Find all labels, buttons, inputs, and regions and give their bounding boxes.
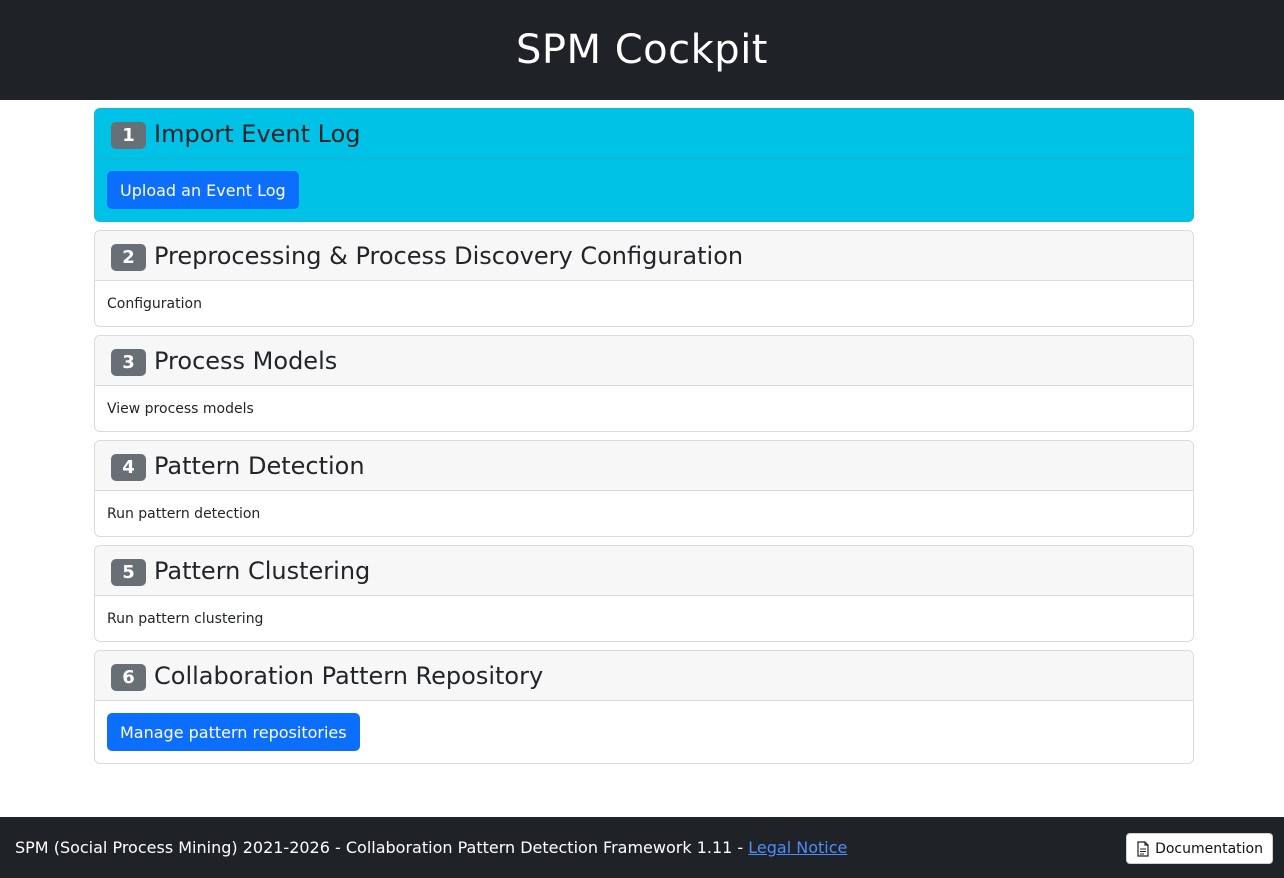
step-header: 2 Preprocessing & Process Discovery Conf… bbox=[95, 231, 1193, 281]
step-header: 1 Import Event Log bbox=[95, 109, 1193, 159]
step-body: Run pattern clustering bbox=[95, 596, 1193, 641]
step-number-badge: 2 bbox=[111, 243, 146, 271]
legal-notice-link[interactable]: Legal Notice bbox=[748, 838, 847, 857]
run-pattern-detection-link[interactable]: Run pattern detection bbox=[107, 506, 260, 522]
step-title: Preprocessing & Process Discovery Config… bbox=[154, 241, 744, 270]
manage-pattern-repositories-button[interactable]: Manage pattern repositories bbox=[107, 713, 360, 751]
step-title: Pattern Detection bbox=[154, 451, 365, 480]
step-card-pattern-repository: 6 Collaboration Pattern Repository Manag… bbox=[94, 650, 1194, 764]
step-header: 6 Collaboration Pattern Repository bbox=[95, 651, 1193, 701]
footer-text: SPM (Social Process Mining) 2021-2026 - … bbox=[15, 838, 847, 857]
step-body: View process models bbox=[95, 386, 1193, 431]
app-footer: SPM (Social Process Mining) 2021-2026 - … bbox=[0, 817, 1284, 878]
step-card-pattern-detection: 4 Pattern Detection Run pattern detectio… bbox=[94, 440, 1194, 537]
steps-container: 1 Import Event Log Upload an Event Log 2… bbox=[94, 108, 1194, 772]
step-number-badge: 5 bbox=[111, 558, 146, 586]
step-card-import-event-log: 1 Import Event Log Upload an Event Log bbox=[94, 108, 1194, 222]
step-number-badge: 4 bbox=[111, 453, 146, 481]
step-header: 4 Pattern Detection bbox=[95, 441, 1193, 491]
step-header: 3 Process Models bbox=[95, 336, 1193, 386]
step-number-badge: 3 bbox=[111, 348, 146, 376]
view-process-models-link[interactable]: View process models bbox=[107, 401, 254, 417]
documentation-label: Documentation bbox=[1155, 840, 1263, 857]
document-icon bbox=[1137, 840, 1149, 857]
run-pattern-clustering-link[interactable]: Run pattern clustering bbox=[107, 611, 263, 627]
step-card-process-models: 3 Process Models View process models bbox=[94, 335, 1194, 432]
configuration-link[interactable]: Configuration bbox=[107, 296, 202, 312]
step-body: Configuration bbox=[95, 281, 1193, 326]
step-body: Upload an Event Log bbox=[95, 159, 1193, 221]
page-title: SPM Cockpit bbox=[516, 27, 768, 73]
documentation-button[interactable]: Documentation bbox=[1126, 833, 1273, 864]
step-card-pattern-clustering: 5 Pattern Clustering Run pattern cluster… bbox=[94, 545, 1194, 642]
step-title: Import Event Log bbox=[154, 119, 361, 148]
step-card-preprocessing-configuration: 2 Preprocessing & Process Discovery Conf… bbox=[94, 230, 1194, 327]
step-title: Collaboration Pattern Repository bbox=[154, 661, 544, 690]
step-number-badge: 1 bbox=[111, 121, 146, 149]
step-title: Process Models bbox=[154, 346, 338, 375]
step-title: Pattern Clustering bbox=[154, 556, 371, 585]
step-body: Run pattern detection bbox=[95, 491, 1193, 536]
step-body: Manage pattern repositories bbox=[95, 701, 1193, 763]
step-header: 5 Pattern Clustering bbox=[95, 546, 1193, 596]
app-header: SPM Cockpit bbox=[0, 0, 1284, 100]
footer-copyright: SPM (Social Process Mining) 2021-2026 - … bbox=[15, 838, 749, 857]
upload-event-log-button[interactable]: Upload an Event Log bbox=[107, 171, 299, 209]
step-number-badge: 6 bbox=[111, 663, 146, 691]
